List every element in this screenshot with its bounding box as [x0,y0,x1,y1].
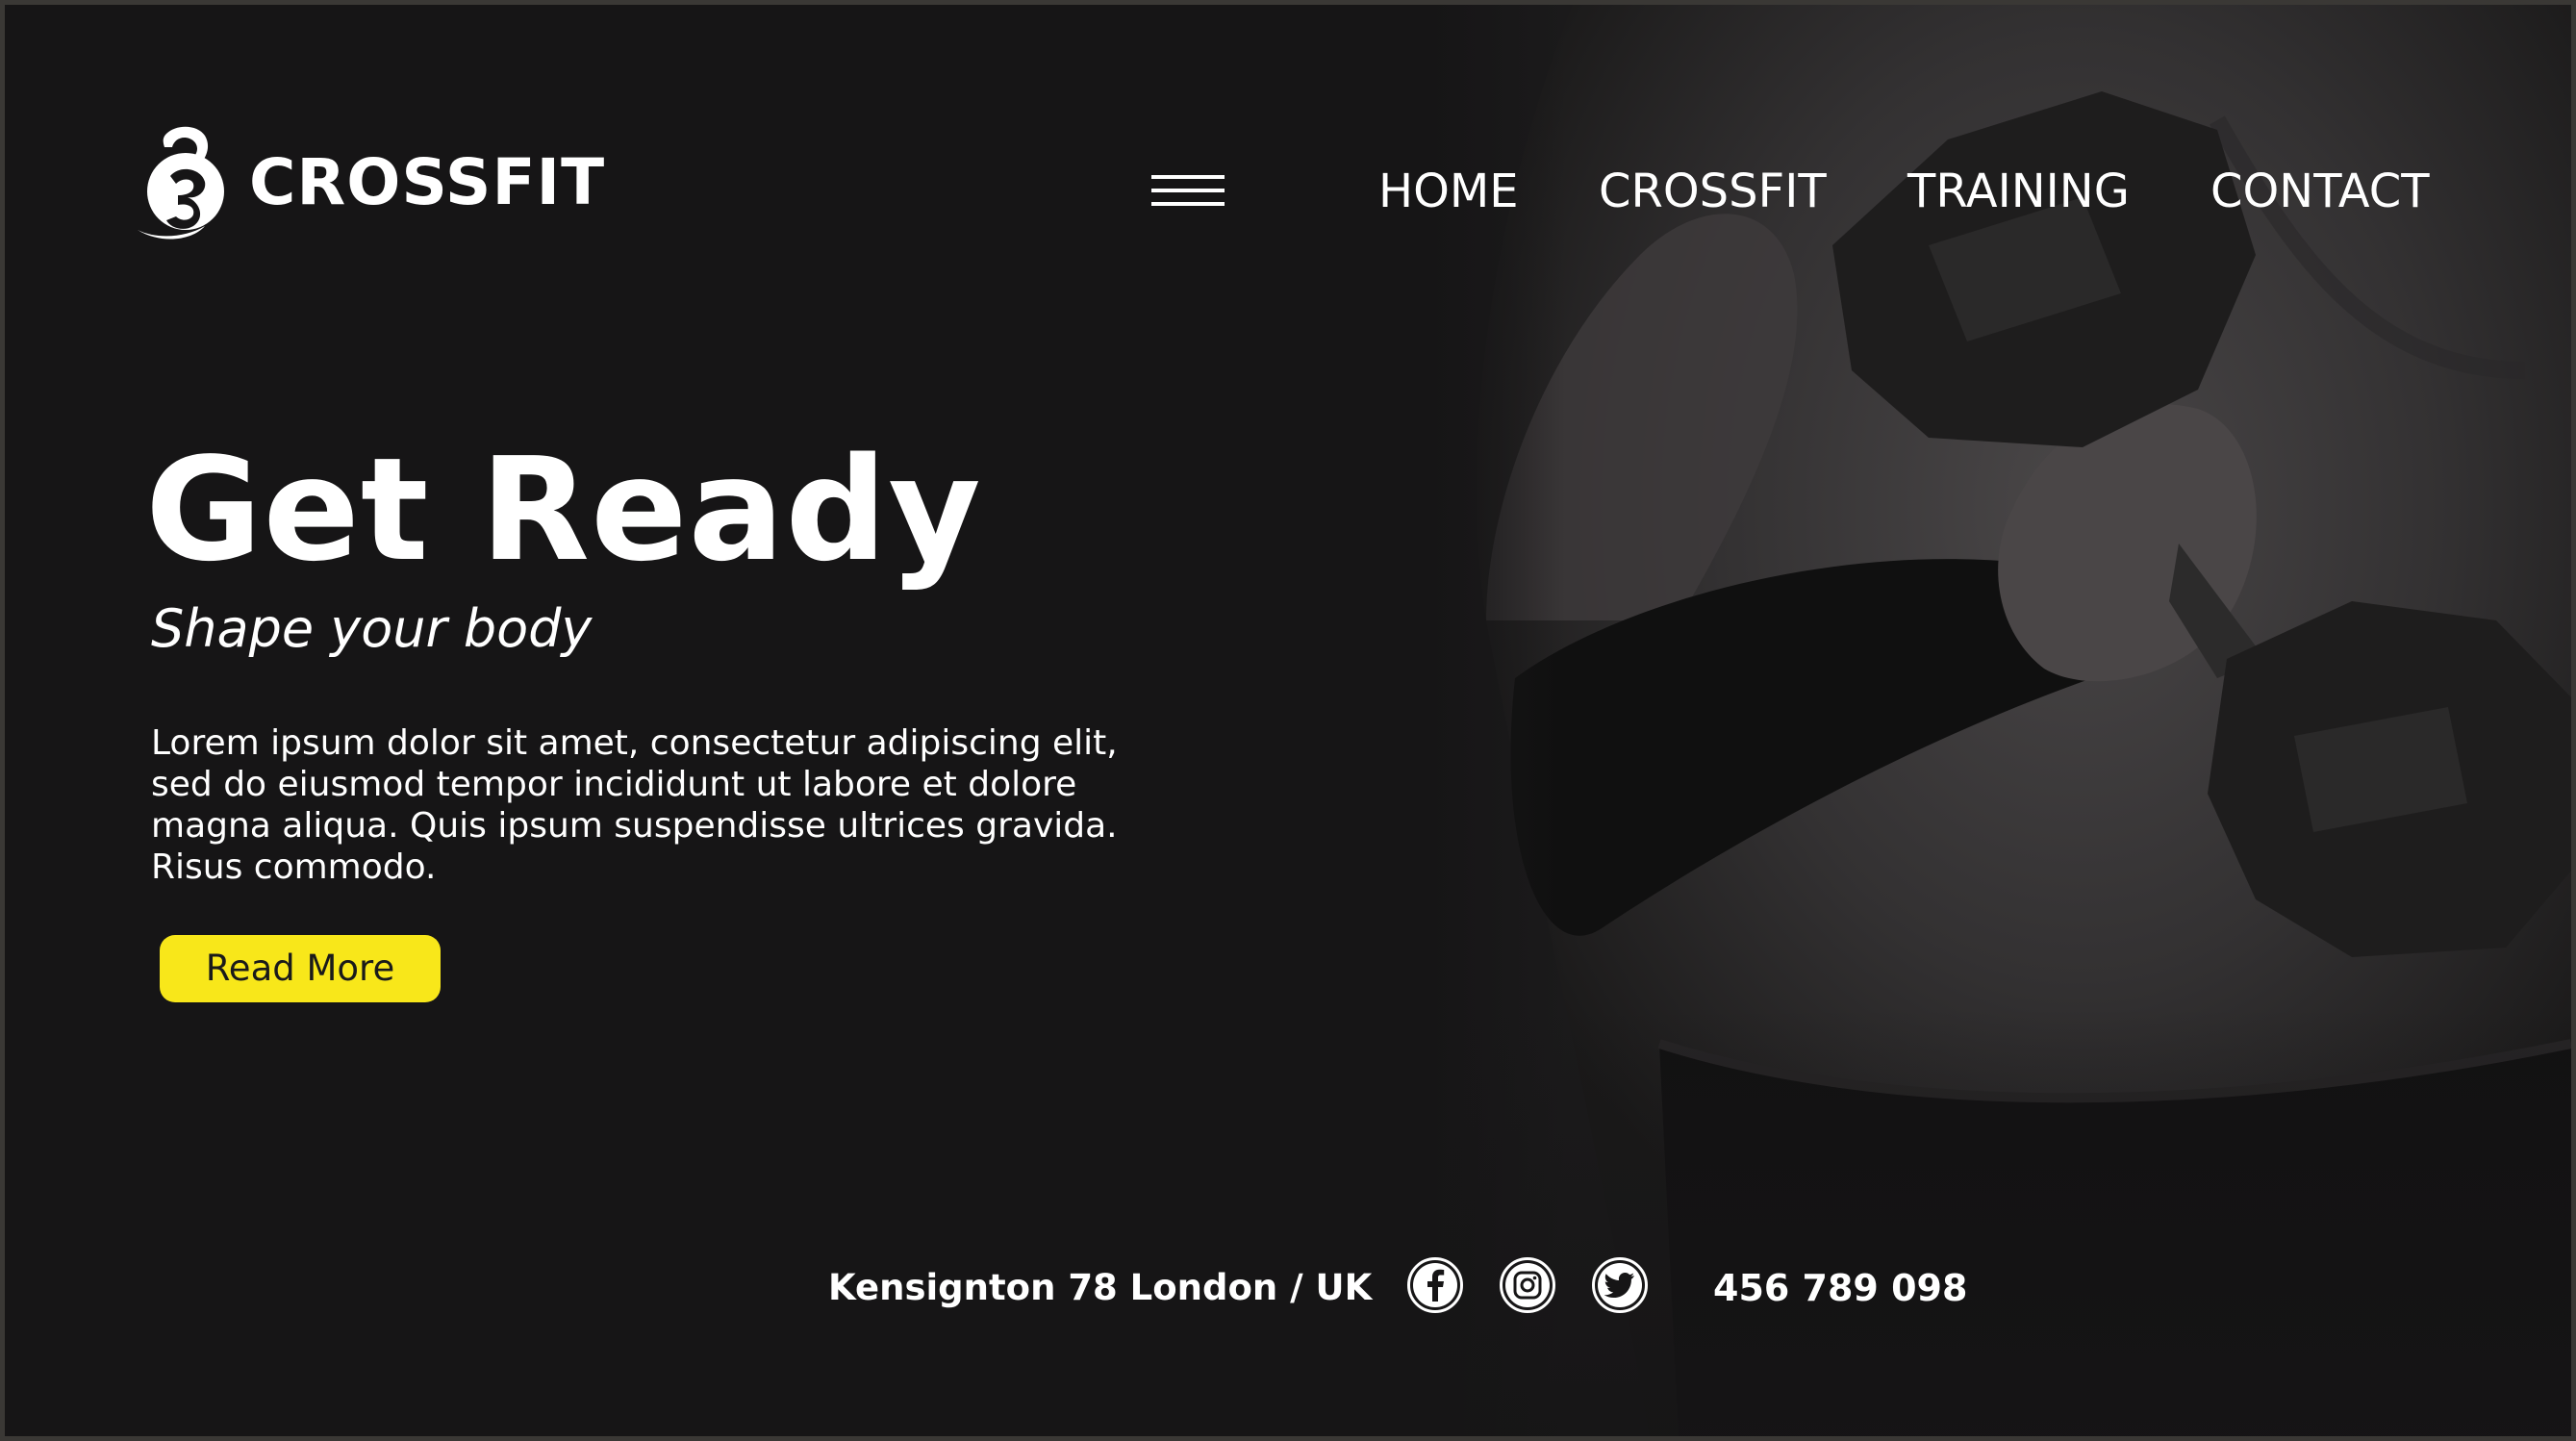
instagram-link[interactable] [1500,1257,1555,1313]
nav-contact[interactable]: CONTACT [2210,163,2430,220]
facebook-icon [1413,1263,1457,1307]
nav-home[interactable]: HOME [1378,163,1519,220]
hero-title: Get Ready [145,427,982,593]
nav-crossfit[interactable]: CROSSFIT [1599,163,1827,220]
facebook-link[interactable] [1407,1257,1463,1313]
instagram-icon [1505,1263,1550,1307]
landing-page: CROSSFIT HOME CROSSFIT TRAINING CONTACT … [5,5,2571,1436]
read-more-button[interactable]: Read More [160,935,441,1002]
twitter-link[interactable] [1592,1257,1648,1313]
main-nav: HOME CROSSFIT TRAINING CONTACT [5,163,2571,220]
phone-number: 456 789 098 [1713,1267,1968,1309]
address-text: Kensignton 78 London / UK [828,1267,1373,1308]
nav-training[interactable]: TRAINING [1907,163,2130,220]
hero-subtitle: Shape your body [151,598,593,659]
hero-description: Lorem ipsum dolor sit amet, consectetur … [151,723,1118,887]
twitter-icon [1598,1263,1642,1307]
